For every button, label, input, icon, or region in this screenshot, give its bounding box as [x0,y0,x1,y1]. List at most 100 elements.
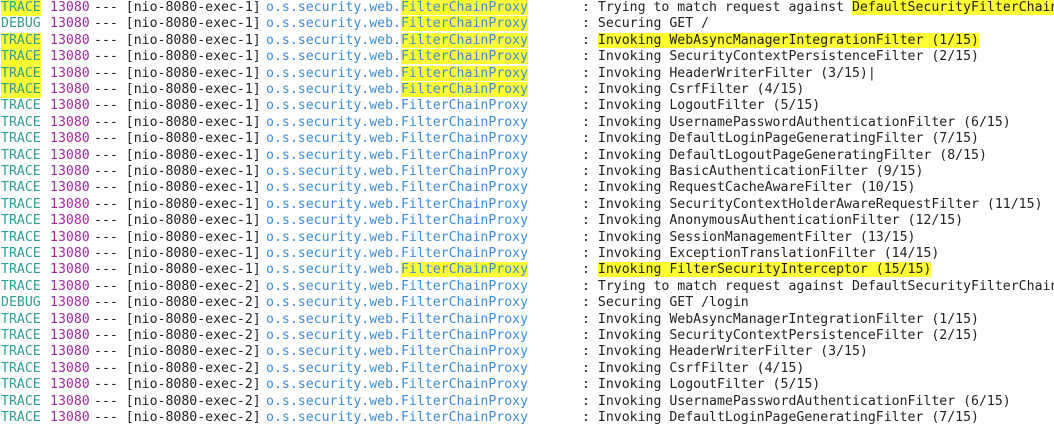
log-line: TRACE 13080 --- [nio-8080-exec-2] o.s.secur… [0,279,1054,295]
log-line: TRACE 13080 --- [nio-8080-exec-1] o.s.secur… [0,49,1054,66]
message-separator: : [582,180,598,196]
logger-class: FilterChainProxy [400,393,529,409]
log-message: : Invoking SecurityContextHolderAwareReq… [582,197,1043,213]
thread-name: --- [nio-8080-exec-1] [94,164,261,179]
process-id: 13080 [50,164,90,179]
message-text: Trying to match request against [597,0,852,15]
message-text: Invoking ExceptionTranslationFilter (14/… [597,246,940,261]
log-message: : Invoking DefaultLoginPageGeneratingFil… [582,410,979,426]
log-level: TRACE [1,393,41,409]
logger-class: FilterChainProxy [400,246,529,261]
logger-name: o.s.security.web.FilterChainProxy [266,230,528,246]
log-level: TRACE [1,180,41,196]
process-id: 13080 [50,0,90,15]
thread-name: --- [nio-8080-exec-1] [94,213,261,229]
log-message: : Invoking WebAsyncManagerIntegrationFil… [582,312,979,328]
logger-class: FilterChainProxy [400,278,529,294]
process-id: 13080 [50,98,90,114]
message-separator: : [582,229,598,245]
process-id: 13080 [50,377,90,393]
logger-name: o.s.security.web.FilterChainProxy [266,312,528,328]
logger-name: o.s.security.web.FilterChainProxy [266,246,528,262]
log-message: : Invoking HeaderWriterFilter (3/15)| [582,66,876,82]
thread-name: --- [nio-8080-exec-2] [94,295,261,311]
logger-package: o.s.security.web. [266,0,401,15]
message-text: Securing GET /login [597,295,749,311]
process-id: 13080 [50,49,90,65]
message-text: Invoking DefaultLoginPageGeneratingFilte… [597,410,979,425]
logger-name: o.s.security.web.FilterChainProxy [266,328,528,344]
logger-name: o.s.security.web.FilterChainProxy [266,115,528,131]
message-separator: : [582,278,598,294]
logger-package: o.s.security.web. [266,295,401,311]
message-text: Invoking SecurityContextPersistenceFilte… [597,49,979,65]
message-text: Invoking UsernamePasswordAuthenticationF… [597,393,1011,409]
logger-class: FilterChainProxy [400,377,529,393]
message-text: Invoking CsrfFilter (4/15) [597,82,805,97]
message-separator: : [582,131,598,147]
logger-class: FilterChainProxy [400,180,529,196]
logger-class: FilterChainProxy [400,32,529,48]
log-message: : Invoking LogoutFilter (5/15) [582,377,820,393]
process-id: 13080 [50,147,90,163]
log-line: TRACE 13080 --- [nio-8080-exec-2] o.s.secur… [0,410,1054,426]
message-separator: : [582,196,598,212]
log-level: TRACE [1,311,41,327]
log-message: : Invoking SecurityContextPersistenceFil… [582,328,979,344]
log-line: TRACE 13080 --- [nio-8080-exec-1] o.s.secur… [0,148,1054,164]
log-level: TRACE [1,147,41,163]
log-message: : Invoking CsrfFilter (4/15) [582,361,804,377]
log-line: TRACE 13080 --- [nio-8080-exec-2] o.s.secur… [0,344,1054,360]
logger-name: o.s.security.web.FilterChainProxy [266,148,528,164]
logger-class: FilterChainProxy [400,98,529,114]
logger-class: FilterChainProxy [400,360,529,376]
logger-class: FilterChainProxy [400,82,529,97]
message-text: Invoking WebAsyncManagerIntegrationFilte… [597,32,979,48]
logger-package: o.s.security.web. [266,82,401,97]
log-line: TRACE 13080 --- [nio-8080-exec-1] o.s.secur… [0,65,1054,82]
message-text: Invoking HeaderWriterFilter (3/15) [597,65,868,81]
log-line: TRACE 13080 --- [nio-8080-exec-1] o.s.secur… [0,164,1054,180]
thread-name: --- [nio-8080-exec-1] [94,32,261,48]
log-message: : Invoking UsernamePasswordAuthenticatio… [582,115,1011,131]
process-id: 13080 [50,295,90,311]
thread-name: --- [nio-8080-exec-1] [94,229,261,245]
logger-name: o.s.security.web.FilterChainProxy [266,131,528,147]
log-message: : Trying to match request against Defaul… [582,0,1054,16]
logger-name: o.s.security.web.FilterChainProxy [266,82,529,98]
logger-class: FilterChainProxy [400,114,529,130]
logger-package: o.s.security.web. [266,65,401,81]
process-id: 13080 [50,278,90,294]
log-message: : Invoking ExceptionTranslationFilter (1… [582,246,939,262]
logger-class: FilterChainProxy [400,147,529,163]
log-line: TRACE 13080 --- [nio-8080-exec-1] o.s.secur… [0,230,1054,246]
logger-class: FilterChainProxy [400,131,529,147]
log-level: TRACE [1,131,41,147]
message-text: Invoking WebAsyncManagerIntegrationFilte… [597,311,979,327]
logger-class: FilterChainProxy [400,0,529,15]
logger-package: o.s.security.web. [266,196,401,212]
message-text: Trying to match request against DefaultS… [597,278,1054,294]
log-line: TRACE 13080 --- [nio-8080-exec-2] o.s.secur… [0,361,1054,377]
message-separator: : [582,213,598,229]
thread-name: --- [nio-8080-exec-2] [94,278,261,294]
logger-name: o.s.security.web.FilterChainProxy [266,377,528,393]
message-separator: : [582,32,598,48]
message-text: Invoking BasicAuthenticationFilter (9/15… [597,164,924,179]
thread-name: --- [nio-8080-exec-1] [94,114,261,130]
log-level: TRACE [1,328,41,343]
log-level: TRACE [1,98,41,114]
log-line: TRACE 13080 --- [nio-8080-exec-2] o.s.secur… [0,328,1054,344]
logger-name: o.s.security.web.FilterChainProxy [266,197,528,213]
message-text: Invoking DefaultLogoutPageGeneratingFilt… [597,147,987,163]
console-log[interactable]: TRACE 13080 --- [nio-8080-exec-1] o.s.secur… [0,0,1054,432]
logger-package: o.s.security.web. [266,377,401,393]
logger-class: FilterChainProxy [400,196,529,212]
log-level: TRACE [1,213,41,229]
logger-name: o.s.security.web.FilterChainProxy [266,213,528,229]
process-id: 13080 [50,393,90,409]
message-text: Invoking FilterSecurityInterceptor (15/1… [597,262,932,278]
log-level: TRACE [1,114,41,130]
logger-package: o.s.security.web. [266,360,401,376]
thread-name: --- [nio-8080-exec-1] [94,16,261,32]
